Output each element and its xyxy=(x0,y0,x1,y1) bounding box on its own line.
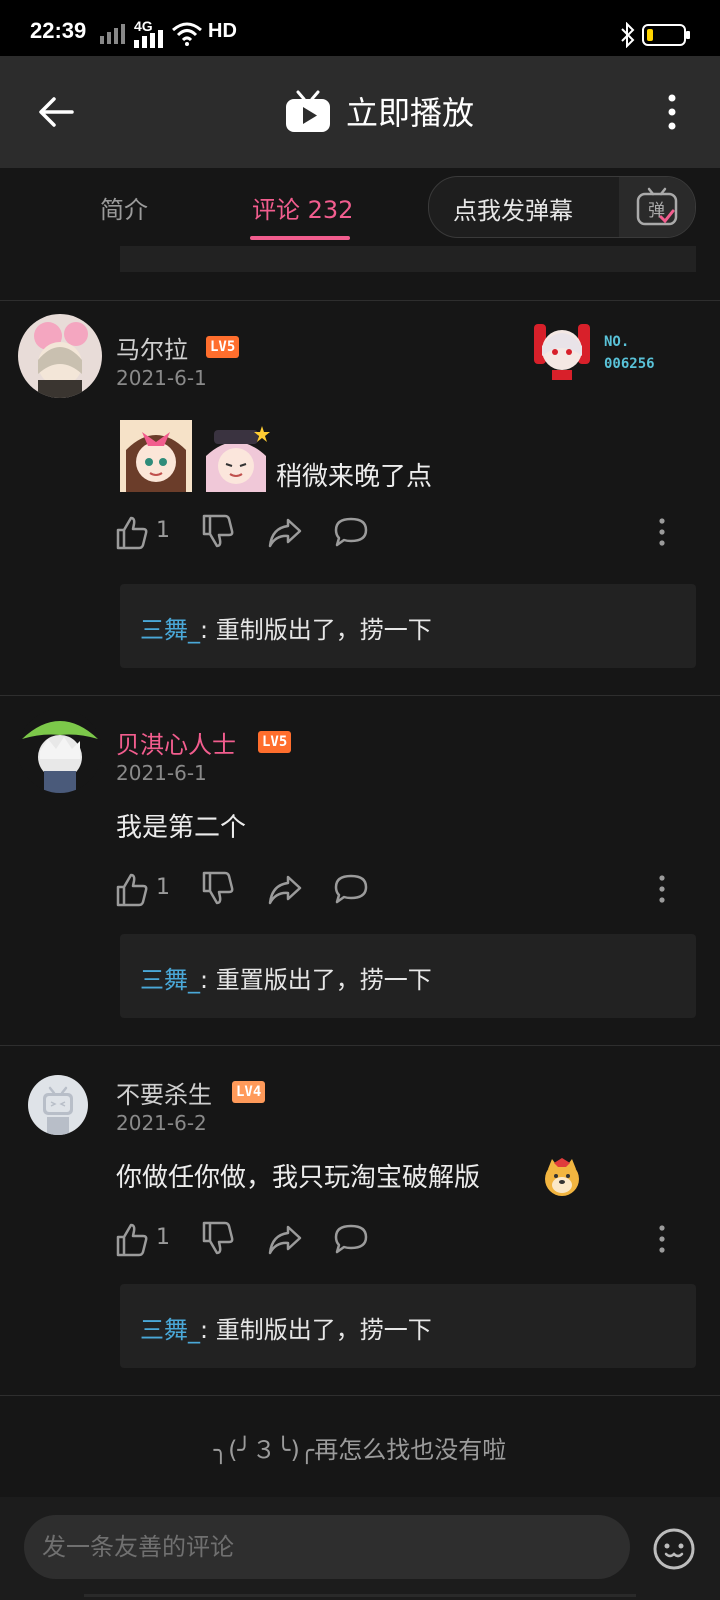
signal-icon-2 xyxy=(134,30,163,48)
comment-more-icon[interactable] xyxy=(656,512,668,552)
danmaku-icon-box: 弹 xyxy=(619,177,695,237)
avatar[interactable] xyxy=(28,1075,88,1135)
comment-item: 贝淇心人士 LV5 2021-6-1 我是第二个 1 三舞_: 重置版出了，捞一… xyxy=(0,695,720,1045)
reply-username[interactable]: 三舞_ xyxy=(140,1316,200,1344)
tab-bar: 简介 评论 232 点我发弹幕 弹 xyxy=(0,168,720,246)
comment-date: 2021-6-2 xyxy=(116,1111,207,1135)
back-arrow-icon[interactable] xyxy=(36,92,76,132)
reply-icon[interactable] xyxy=(334,512,368,552)
reply-username[interactable]: 三舞_ xyxy=(140,616,200,644)
reply-text: : 重制版出了，捞一下 xyxy=(200,1316,432,1344)
doge-emoji-icon xyxy=(545,1158,579,1196)
play-tv-icon xyxy=(286,90,330,132)
dislike-icon[interactable] xyxy=(202,512,234,552)
comment-item: 马尔拉 LV5 NO. 006256 2021-6-1 稍微来晚了点 1 三舞_… xyxy=(0,300,720,694)
nav-gesture-bar xyxy=(84,1594,636,1597)
danmaku-icon: 弹 xyxy=(636,187,678,226)
comment-actions: 1 xyxy=(116,1219,696,1259)
dislike-icon[interactable] xyxy=(202,1219,234,1259)
reply-preview[interactable]: 三舞_: 重置版出了，捞一下 xyxy=(120,934,696,1018)
like-icon[interactable] xyxy=(116,512,148,552)
comment-text: 稍微来晚了点 xyxy=(276,462,433,492)
comment-text: 我是第二个 xyxy=(116,813,247,843)
reply-icon[interactable] xyxy=(334,1219,368,1259)
fan-badge-label: NO. xyxy=(604,334,630,350)
like-icon[interactable] xyxy=(116,1219,148,1259)
more-vertical-icon[interactable] xyxy=(666,92,678,132)
status-bar: 22:39 4G HD xyxy=(0,0,720,56)
reply-preview-text: 三舞_: 重制版出了，捞一下 xyxy=(140,1310,432,1345)
sticker-image-1 xyxy=(120,420,192,492)
share-icon[interactable] xyxy=(268,1219,302,1259)
comment-more-icon[interactable] xyxy=(656,1219,668,1259)
dislike-icon[interactable] xyxy=(202,869,234,909)
tab-comments[interactable]: 评论 232 xyxy=(252,190,353,225)
bluetooth-icon xyxy=(621,22,635,48)
battery-icon xyxy=(642,24,690,46)
comment-actions: 1 xyxy=(116,869,696,909)
share-icon[interactable] xyxy=(268,512,302,552)
comment-item: 不要杀生 LV4 2021-6-2 你做任你做，我只玩淘宝破解版 1 三舞_: … xyxy=(0,1045,720,1395)
avatar[interactable] xyxy=(18,314,102,398)
reply-username[interactable]: 三舞_ xyxy=(140,966,200,994)
comment-input-bar xyxy=(0,1497,720,1600)
tab-intro[interactable]: 简介 xyxy=(100,190,148,225)
share-icon[interactable] xyxy=(268,869,302,909)
tab-active-indicator xyxy=(250,236,350,240)
comment-more-icon[interactable] xyxy=(656,869,668,909)
hd-label: HD xyxy=(208,20,237,42)
reply-preview[interactable]: 三舞_: 重制版出了，捞一下 xyxy=(120,584,696,668)
comment-date: 2021-6-1 xyxy=(116,761,207,785)
previous-reply-box xyxy=(120,246,696,272)
divider xyxy=(0,1395,720,1396)
comment-actions: 1 xyxy=(116,512,696,552)
comment-date: 2021-6-1 xyxy=(116,366,207,390)
sticker-image-2 xyxy=(206,426,270,492)
level-badge: LV5 xyxy=(258,731,292,753)
avatar[interactable] xyxy=(18,709,102,793)
signal-icon-1 xyxy=(100,24,125,44)
like-icon[interactable] xyxy=(116,869,148,909)
reply-preview[interactable]: 三舞_: 重制版出了，捞一下 xyxy=(120,1284,696,1368)
like-count: 1 xyxy=(156,875,170,900)
title-bar: 立即播放 xyxy=(0,56,720,168)
level-badge: LV4 xyxy=(232,1081,266,1103)
reply-text: : 重置版出了，捞一下 xyxy=(200,966,432,994)
comment-text: 你做任你做，我只玩淘宝破解版 xyxy=(116,1163,481,1193)
reply-preview-text: 三舞_: 重制版出了，捞一下 xyxy=(140,610,432,645)
fan-badge-number: 006256 xyxy=(604,356,655,372)
reply-icon[interactable] xyxy=(334,869,368,909)
reply-text: : 重制版出了，捞一下 xyxy=(200,616,432,644)
send-danmaku-label: 点我发弹幕 xyxy=(453,197,573,225)
reply-preview-text: 三舞_: 重置版出了，捞一下 xyxy=(140,960,432,995)
send-danmaku-button[interactable]: 点我发弹幕 弹 xyxy=(428,176,696,238)
fan-badge-avatar xyxy=(534,324,590,380)
end-of-list-text: ╮(╯３╰)╭再怎么找也没有啦 xyxy=(213,1436,507,1464)
username[interactable]: 不要杀生 xyxy=(116,1075,212,1110)
page-title[interactable]: 立即播放 xyxy=(346,88,474,134)
username[interactable]: 贝淇心人士 xyxy=(116,725,236,760)
status-time: 22:39 xyxy=(30,18,87,43)
level-badge: LV5 xyxy=(206,336,240,358)
username[interactable]: 马尔拉 xyxy=(116,330,188,365)
like-count: 1 xyxy=(156,518,170,543)
comment-input[interactable] xyxy=(24,1515,630,1579)
wifi-icon xyxy=(172,22,202,46)
emoji-icon[interactable] xyxy=(652,1527,696,1571)
like-count: 1 xyxy=(156,1225,170,1250)
